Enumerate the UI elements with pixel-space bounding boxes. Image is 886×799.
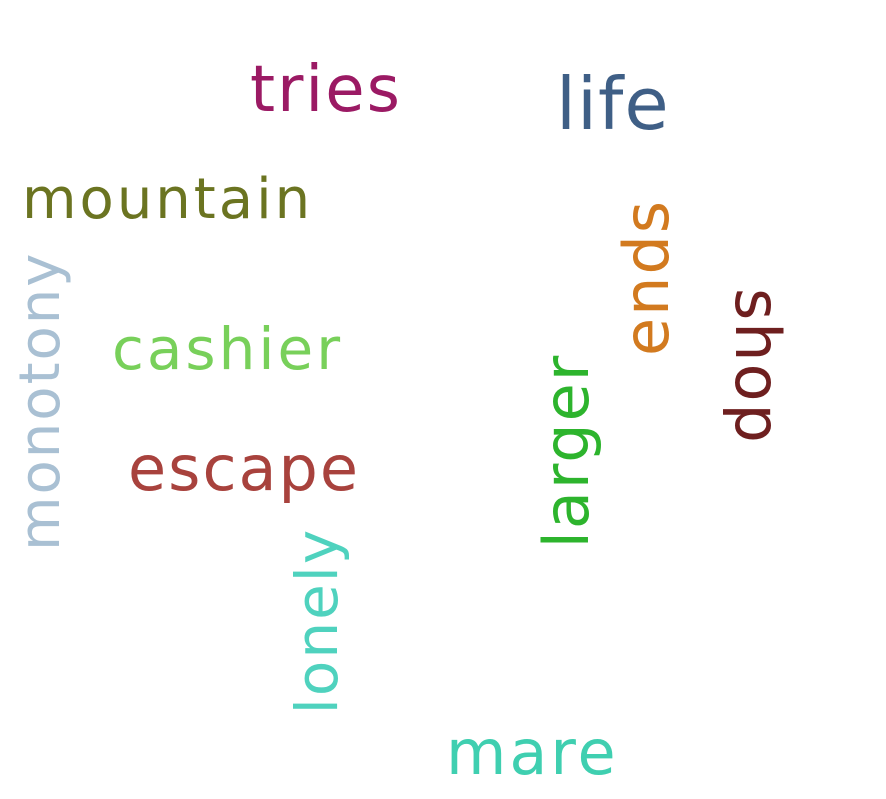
word-mare: mare xyxy=(446,716,619,789)
word-life: life xyxy=(556,62,670,146)
word-larger: larger xyxy=(530,353,603,549)
word-shop: shop xyxy=(721,288,794,445)
word-ends: ends xyxy=(610,198,683,356)
word-mountain: mountain xyxy=(22,167,314,232)
word-cloud-canvas: tries life mountain monotony cashier esc… xyxy=(0,0,886,799)
word-lonely: lonely xyxy=(283,527,351,715)
word-monotony: monotony xyxy=(8,251,73,551)
word-cashier: cashier xyxy=(112,315,344,383)
word-escape: escape xyxy=(128,432,361,505)
word-tries: tries xyxy=(250,53,402,127)
